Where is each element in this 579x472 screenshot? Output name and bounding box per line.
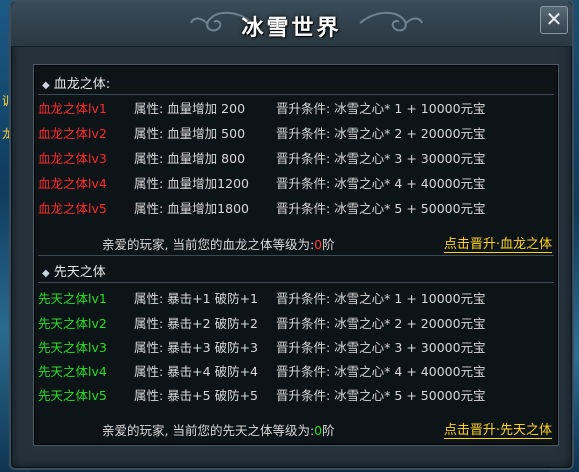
innate-attribute: 属性: 暴击+5 破防+5 — [134, 388, 259, 403]
divider — [38, 255, 554, 256]
innate-level-name: 先天之体lv2 — [38, 316, 107, 331]
bloodline-section-header: ◆ 血龙之体: — [42, 73, 110, 93]
bloodline-row: 血龙之体lv1 属性: 血量增加 200 晋升条件: 冰雪之心* 1 + 100… — [38, 95, 556, 118]
innate-row: 先天之体lv1 属性: 暴击+1 破防+1 晋升条件: 冰雪之心* 1 + 10… — [38, 285, 556, 308]
bloodline-condition: 晋升条件: 冰雪之心* 5 + 50000元宝 — [276, 201, 486, 216]
bloodline-attribute: 属性: 血量增加 200 — [134, 101, 246, 116]
summary-prefix: 亲爱的玩家, 当前您的血龙之体等级为: — [102, 237, 315, 252]
innate-condition: 晋升条件: 冰雪之心* 2 + 20000元宝 — [276, 316, 486, 331]
bloodline-condition: 晋升条件: 冰雪之心* 3 + 30000元宝 — [276, 151, 486, 166]
summary-suffix: 阶 — [322, 423, 335, 438]
bloodline-level-name: 血龙之体lv3 — [38, 151, 107, 166]
innate-header-label: 先天之体 — [53, 265, 106, 280]
close-icon: ✕ — [545, 7, 563, 31]
diamond-bullet-icon: ◆ — [42, 268, 50, 279]
window-title: 冰雪世界 — [241, 16, 342, 41]
bloodline-summary: 亲爱的玩家, 当前您的血龙之体等级为:0阶 点击晋升·血龙之体 — [34, 231, 558, 253]
innate-level-name: 先天之体lv1 — [38, 291, 107, 306]
dialog-window: 冰雪世界 ✕ ◆ 血龙之体: 血龙之体lv1 属性: 血量增加 200 晋升条件:… — [9, 0, 574, 470]
summary-suffix: 阶 — [322, 237, 335, 252]
bloodline-condition: 晋升条件: 冰雪之心* 4 + 40000元宝 — [276, 176, 486, 191]
bloodline-row: 血龙之体lv2 属性: 血量增加 500 晋升条件: 冰雪之心* 2 + 200… — [38, 120, 556, 143]
innate-row: 先天之体lv4 属性: 暴击+4 破防+4 晋升条件: 冰雪之心* 4 + 40… — [38, 358, 556, 381]
innate-row: 先天之体lv3 属性: 暴击+3 破防+3 晋升条件: 冰雪之心* 3 + 30… — [38, 334, 556, 357]
innate-level-name: 先天之体lv4 — [38, 364, 107, 379]
bloodline-level-name: 血龙之体lv1 — [38, 101, 107, 116]
innate-attribute: 属性: 暴击+4 破防+4 — [134, 364, 259, 379]
innate-condition: 晋升条件: 冰雪之心* 3 + 30000元宝 — [276, 340, 486, 355]
bloodline-attribute: 属性: 血量增加 800 — [134, 151, 246, 166]
title-bar: 冰雪世界 ✕ — [11, 2, 572, 47]
innate-summary-text: 亲爱的玩家, 当前您的先天之体等级为:0阶 — [102, 420, 335, 439]
bloodline-attribute: 属性: 血量增加1800 — [134, 201, 249, 216]
innate-summary: 亲爱的玩家, 当前您的先天之体等级为:0阶 点击晋升·先天之体 — [34, 417, 558, 439]
close-button[interactable]: ✕ — [540, 6, 568, 34]
bloodline-current-level: 0 — [314, 237, 323, 252]
bloodline-attribute: 属性: 血量增加 500 — [134, 126, 246, 141]
content-panel: ◆ 血龙之体: 血龙之体lv1 属性: 血量增加 200 晋升条件: 冰雪之心* … — [33, 64, 559, 446]
innate-row: 先天之体lv2 属性: 暴击+2 破防+2 晋升条件: 冰雪之心* 2 + 20… — [38, 310, 556, 333]
bloodline-condition: 晋升条件: 冰雪之心* 1 + 10000元宝 — [276, 101, 486, 116]
bloodline-row: 血龙之体lv4 属性: 血量增加1200 晋升条件: 冰雪之心* 4 + 400… — [38, 170, 556, 193]
innate-row: 先天之体lv5 属性: 暴击+5 破防+5 晋升条件: 冰雪之心* 5 + 50… — [38, 382, 556, 405]
diamond-bullet-icon: ◆ — [42, 80, 50, 91]
bloodline-header-label: 血龙之体: — [53, 77, 111, 92]
bloodline-row: 血龙之体lv5 属性: 血量增加1800 晋升条件: 冰雪之心* 5 + 500… — [38, 195, 556, 218]
divider — [38, 282, 554, 283]
innate-attribute: 属性: 暴击+1 破防+1 — [134, 291, 259, 306]
innate-section-header: ◆ 先天之体 — [42, 261, 106, 281]
innate-condition: 晋升条件: 冰雪之心* 4 + 40000元宝 — [276, 364, 486, 379]
bloodline-summary-text: 亲爱的玩家, 当前您的血龙之体等级为:0阶 — [102, 234, 335, 253]
innate-level-name: 先天之体lv3 — [38, 340, 107, 355]
right-ornament-icon — [359, 11, 423, 32]
summary-prefix: 亲爱的玩家, 当前您的先天之体等级为: — [102, 423, 315, 438]
bloodline-row: 血龙之体lv3 属性: 血量增加 800 晋升条件: 冰雪之心* 3 + 300… — [38, 145, 556, 168]
upgrade-bloodline-link[interactable]: 点击晋升·血龙之体 — [443, 233, 552, 253]
upgrade-innate-link[interactable]: 点击晋升·先天之体 — [443, 419, 552, 439]
innate-level-name: 先天之体lv5 — [38, 388, 107, 403]
bloodline-condition: 晋升条件: 冰雪之心* 2 + 20000元宝 — [276, 126, 486, 141]
innate-attribute: 属性: 暴击+3 破防+3 — [134, 340, 259, 355]
innate-condition: 晋升条件: 冰雪之心* 5 + 50000元宝 — [276, 388, 486, 403]
bloodline-level-name: 血龙之体lv2 — [38, 126, 107, 141]
innate-attribute: 属性: 暴击+2 破防+2 — [134, 316, 259, 331]
bloodline-level-name: 血龙之体lv5 — [38, 201, 107, 216]
innate-current-level: 0 — [314, 423, 323, 438]
bloodline-attribute: 属性: 血量增加1200 — [134, 176, 249, 191]
innate-condition: 晋升条件: 冰雪之心* 1 + 10000元宝 — [276, 291, 486, 306]
bloodline-level-name: 血龙之体lv4 — [38, 176, 107, 191]
